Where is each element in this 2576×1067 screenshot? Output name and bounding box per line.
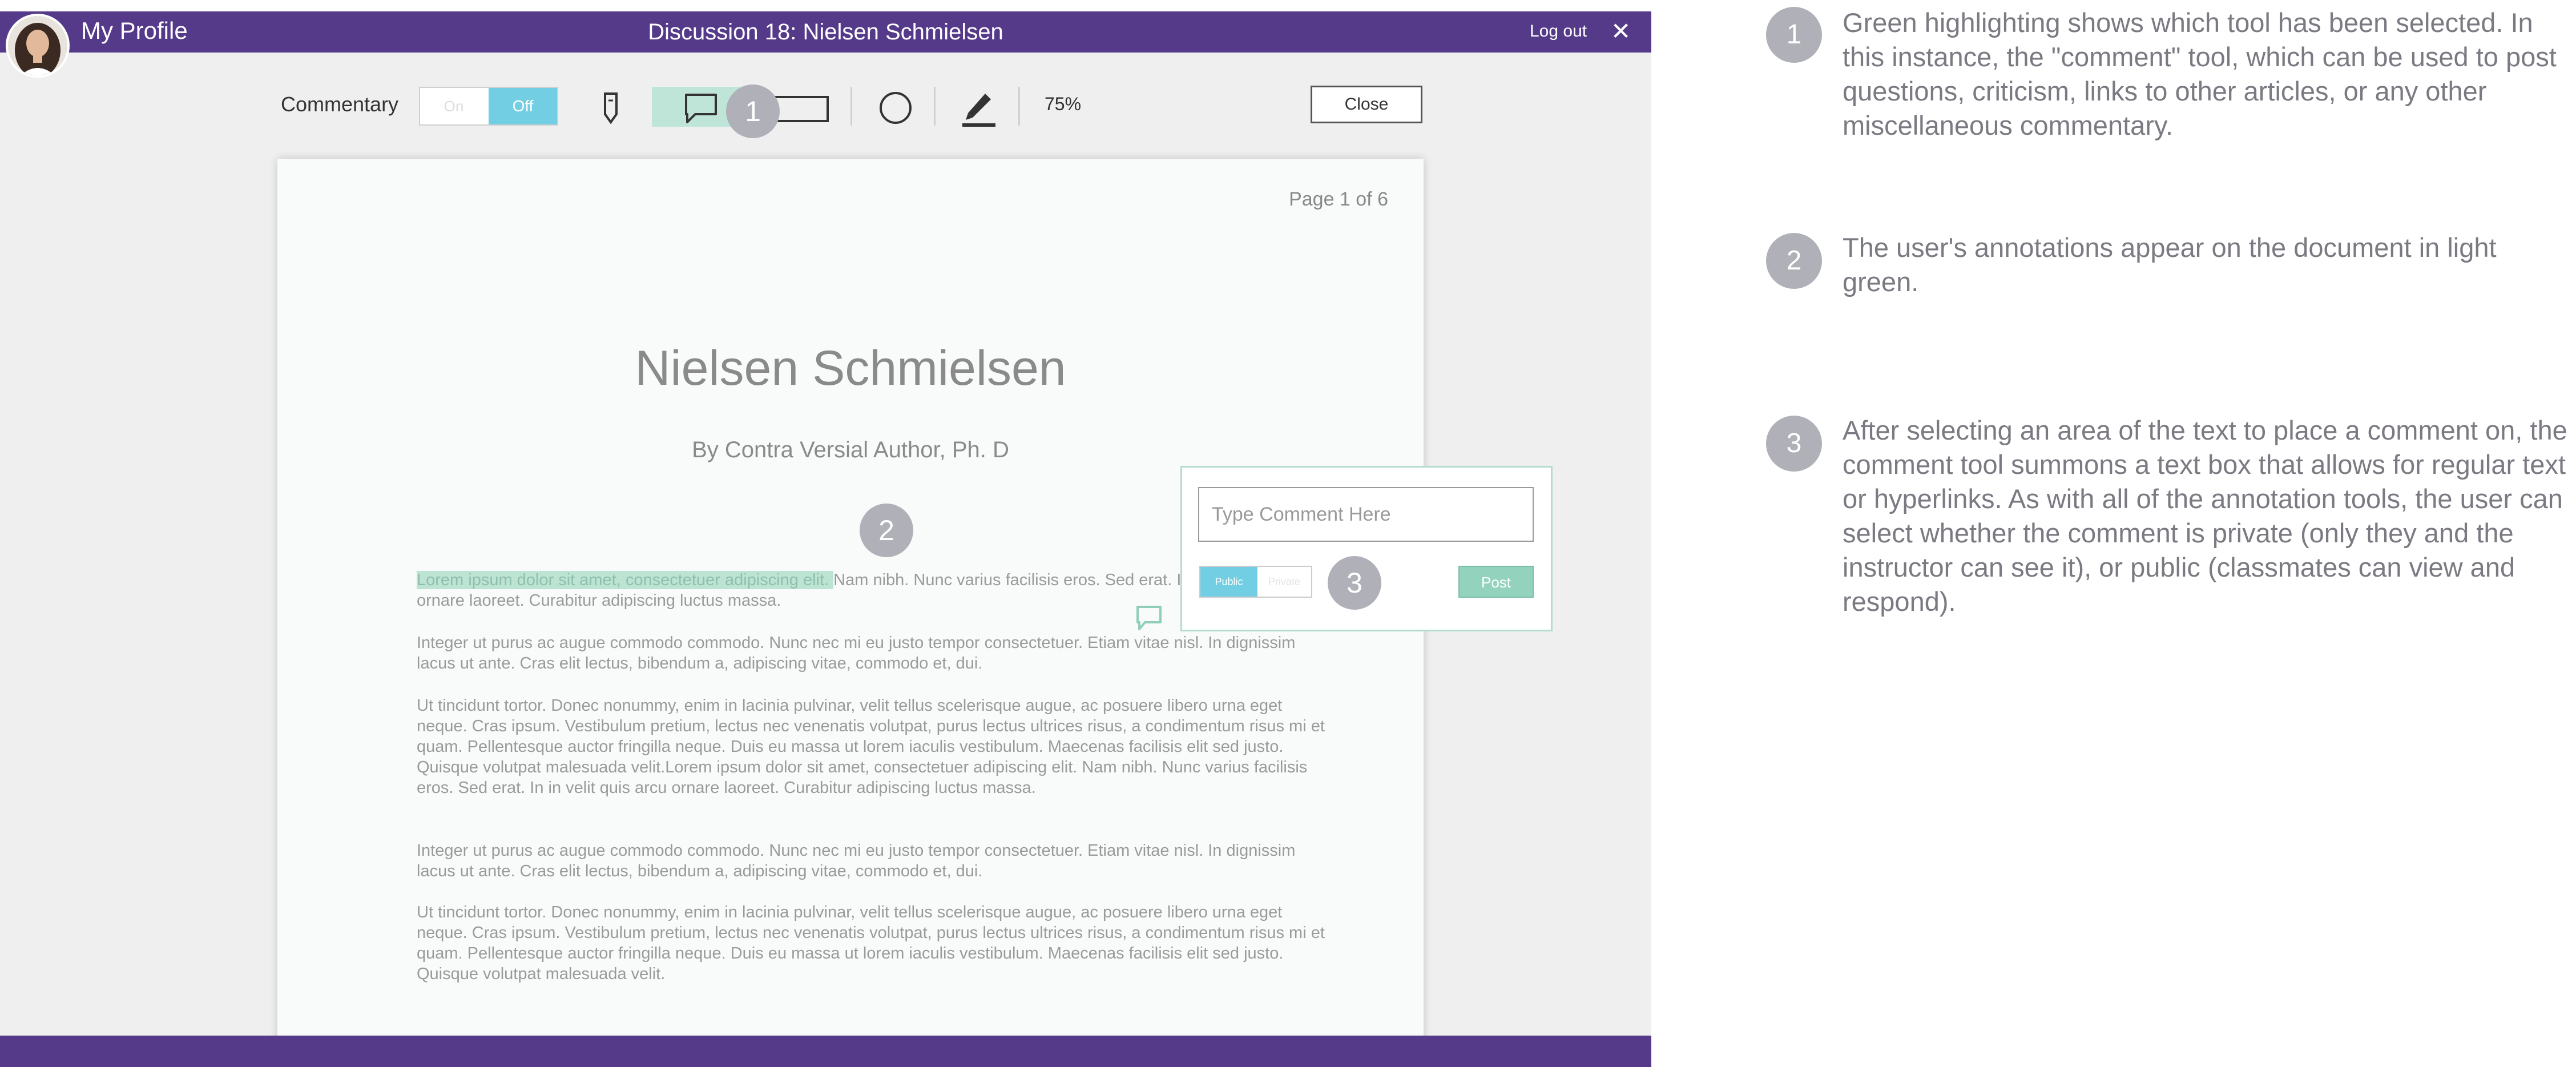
paragraph: Integer ut purus ac augue commodo commod… [417, 841, 1296, 880]
avatar[interactable] [6, 14, 70, 78]
close-button[interactable]: Close [1311, 86, 1422, 123]
discussion-title: Discussion 18: Nielsen Schmielsen [648, 19, 1003, 45]
note-number: 1 [1766, 7, 1822, 63]
document-byline: By Contra Versial Author, Ph. D [692, 437, 1009, 462]
note-number: 2 [1766, 233, 1822, 289]
pin-icon[interactable] [595, 90, 627, 130]
commentary-toggle[interactable]: On Off [419, 87, 558, 126]
paragraph: Ut tincidunt tortor. Donec nonummy, enim… [417, 696, 1325, 797]
note-text: Green highlighting shows which tool has … [1843, 7, 2557, 140]
page-indicator: Page 1 of 6 [1289, 188, 1388, 210]
close-icon[interactable]: ✕ [1611, 17, 1631, 45]
toolbar-divider [850, 87, 852, 126]
toggle-on-option[interactable]: On [420, 88, 487, 124]
rectangle-icon[interactable] [773, 95, 830, 126]
user-highlight[interactable]: Lorem ipsum dolor sit amet, consectetuer… [417, 571, 834, 589]
note-number: 3 [1766, 416, 1822, 472]
comment-input[interactable] [1198, 487, 1534, 542]
document-heading: Nielsen Schmielsen [635, 341, 1066, 396]
note-text: After selecting an area of the text to p… [1843, 415, 2567, 617]
private-option[interactable]: Private [1257, 567, 1311, 597]
comment-marker-icon[interactable] [1135, 604, 1163, 635]
marker-icon[interactable] [960, 88, 998, 131]
top-bar: My Profile Discussion 18: Nielsen Schmie… [0, 11, 1651, 53]
toggle-off-option[interactable]: Off [489, 88, 557, 124]
paragraph: Ut tincidunt tortor. Donec nonummy, enim… [417, 903, 1325, 983]
toolbar-divider [1018, 87, 1020, 126]
comment-icon[interactable] [683, 91, 719, 128]
note-text: The user's annotations appear on the doc… [1843, 232, 2497, 297]
paragraph: Integer ut purus ac augue commodo commod… [417, 634, 1296, 673]
toolbar-divider [934, 87, 936, 126]
discussion-app: My Profile Discussion 18: Nielsen Schmie… [0, 11, 1651, 1067]
public-option[interactable]: Public [1200, 567, 1257, 597]
zoom-level[interactable]: 75% [1045, 94, 1081, 115]
logout-link[interactable]: Log out [1530, 22, 1587, 41]
visibility-toggle[interactable]: Public Private [1199, 566, 1312, 598]
post-button[interactable]: Post [1458, 566, 1534, 598]
callout-marker: 2 [860, 504, 913, 557]
callout-marker: 3 [1328, 556, 1381, 610]
bottom-bar [0, 1036, 1651, 1067]
callout-marker: 1 [726, 84, 780, 138]
circle-icon[interactable] [878, 90, 913, 128]
commentary-label: Commentary [281, 92, 399, 116]
